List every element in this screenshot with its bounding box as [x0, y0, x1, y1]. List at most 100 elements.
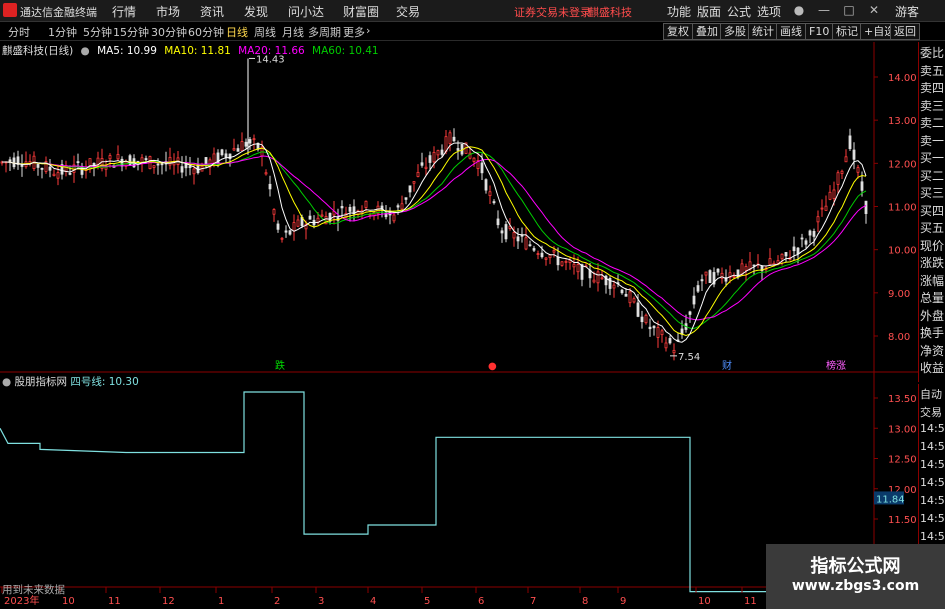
candle-body [636, 302, 640, 317]
tool-huaxian[interactable]: 画线 [776, 23, 806, 40]
tool-biaoji[interactable]: 标记 [832, 23, 862, 40]
candle-body [472, 157, 476, 162]
menu-xuanxiang[interactable]: 选项 [757, 3, 781, 20]
candle-body [364, 200, 368, 208]
trade-field[interactable]: 交易 [920, 404, 945, 420]
candle-body [524, 237, 528, 250]
candle-body [272, 209, 276, 215]
indicator-line-label: 四号线: 10.30 [70, 376, 139, 388]
candle-body [776, 260, 780, 264]
quote-field: 总量 [920, 291, 945, 305]
candle-body [504, 224, 508, 240]
period-30min[interactable]: 30分钟 [151, 24, 187, 40]
candle-body [600, 277, 604, 280]
candle-body [516, 236, 520, 242]
period-more[interactable]: 更多 [343, 24, 365, 40]
menu-wenxiaoda[interactable]: 问小达 [288, 3, 324, 20]
candle-body [688, 311, 692, 315]
period-fenshi[interactable]: 分时 [8, 24, 30, 40]
menu-zixun[interactable]: 资讯 [200, 3, 224, 20]
chevron-right-icon[interactable]: › [366, 24, 370, 37]
settings-icon[interactable]: ● [2, 376, 11, 388]
user-icon[interactable]: ● [790, 1, 808, 19]
period-15min[interactable]: 15分钟 [113, 24, 149, 40]
candle-body [308, 215, 312, 220]
watermark: 指标公式网 www.zbgs3.com [766, 544, 945, 609]
candle-body [40, 167, 44, 170]
tool-back[interactable]: 返回 [890, 23, 920, 40]
tool-diejia[interactable]: 叠加 [692, 23, 722, 40]
guest-label[interactable]: 游客 [895, 3, 919, 20]
candle-body [768, 258, 772, 265]
stock-name-header: 麒盛科技 [588, 6, 632, 19]
candle-body [128, 155, 132, 166]
candle-body [496, 218, 500, 226]
candle-body [860, 181, 864, 191]
trade-field: 14:56 [920, 458, 945, 471]
candle-body [840, 170, 844, 174]
menu-hangqing[interactable]: 行情 [112, 3, 136, 20]
chart-title: 麒盛科技(日线) [2, 45, 74, 57]
period-5min[interactable]: 5分钟 [83, 24, 112, 40]
ma10-label: MA10: 11.81 [164, 45, 231, 57]
menu-jiaoyi[interactable]: 交易 [396, 3, 420, 20]
candle-body [36, 163, 40, 168]
candle-body [140, 157, 144, 163]
menu-caifuquan[interactable]: 财富圈 [343, 3, 379, 20]
period-monthly[interactable]: 月线 [282, 24, 304, 40]
price-tick-label: 14.00 [888, 73, 917, 84]
candle-body [796, 247, 800, 255]
candle-body [576, 264, 580, 273]
time-tick-label: 1 [218, 596, 224, 607]
candle-body [280, 237, 284, 240]
candle-body [484, 179, 488, 191]
time-tick-label: 12 [162, 596, 175, 607]
candle-body [180, 166, 184, 173]
candle-body [144, 158, 148, 161]
ma10-line [2, 146, 867, 337]
period-weekly[interactable]: 周线 [254, 24, 276, 40]
time-tick-label: 5 [424, 596, 430, 607]
kline-chart[interactable]: 14.0013.0012.0011.0010.009.008.0013.5013… [0, 42, 918, 609]
time-tick-label: 10 [698, 596, 711, 607]
candle-body [220, 149, 224, 156]
tool-f10[interactable]: F10 [805, 23, 834, 40]
menu-shichang[interactable]: 市场 [156, 3, 180, 20]
candle-body [752, 264, 756, 267]
candle-body [160, 162, 164, 166]
candle-body [836, 172, 840, 185]
close-icon[interactable]: ✕ [865, 1, 883, 19]
tool-fuquan[interactable]: 复权 [663, 23, 693, 40]
menu-faxian[interactable]: 发现 [244, 3, 268, 20]
candle-body [288, 230, 292, 235]
period-daily[interactable]: 日线 [226, 24, 248, 40]
time-tick-label: 4 [370, 596, 376, 607]
candle-body [340, 206, 344, 209]
menu-gongneng[interactable]: 功能 [667, 3, 691, 20]
menu-banmian[interactable]: 版面 [697, 3, 721, 20]
indicator-line [0, 391, 874, 593]
candle-body [76, 161, 80, 164]
ma20-label: MA20: 11.66 [238, 45, 305, 57]
candle-body [292, 222, 296, 232]
candle-body [156, 163, 160, 166]
quote-field: 换手 [920, 326, 945, 340]
candle-body [540, 252, 544, 258]
menu-gongshi[interactable]: 公式 [727, 3, 751, 20]
login-status[interactable]: 证券交易未登录 [514, 4, 591, 20]
candle-body [120, 158, 124, 167]
period-multi[interactable]: 多周期 [308, 24, 341, 40]
candle-body [268, 183, 272, 190]
minimize-icon[interactable]: — [815, 1, 833, 19]
candle-body [716, 268, 720, 273]
trade-field[interactable]: 自动 [920, 386, 945, 402]
candle-body [448, 132, 452, 144]
period-1min[interactable]: 1分钟 [48, 24, 77, 40]
sub-tick-label: 13.00 [888, 424, 917, 435]
tool-tongji[interactable]: 统计 [748, 23, 778, 40]
maximize-icon[interactable]: □ [840, 1, 858, 19]
settings-icon[interactable]: ● [81, 45, 90, 57]
tool-duogu[interactable]: 多股 [720, 23, 750, 40]
candle-body [184, 163, 188, 169]
period-60min[interactable]: 60分钟 [188, 24, 224, 40]
